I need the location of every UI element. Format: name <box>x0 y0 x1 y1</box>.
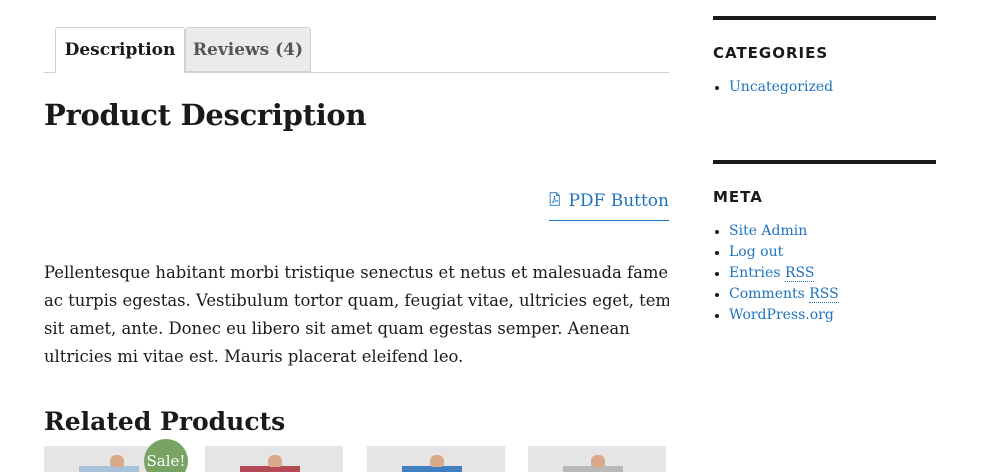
list-item: Entries RSS <box>713 263 936 284</box>
product-description-text: Pellentesque habitant morbi tristique se… <box>44 259 669 375</box>
product-tabs: Description Reviews (4) <box>44 27 669 73</box>
list-item: Site Admin <box>713 221 936 242</box>
related-products-list: Sale! <box>44 439 669 472</box>
product-description-heading: Product Description <box>44 98 367 132</box>
entries-rss-link[interactable]: Entries RSS <box>729 265 815 282</box>
categories-title: Categories <box>713 44 829 62</box>
product-thumbnail[interactable] <box>367 446 505 472</box>
poster-image <box>79 466 139 472</box>
hand-image <box>268 455 282 467</box>
categories-list: Uncategorized <box>713 77 936 98</box>
list-item: Log out <box>713 242 936 263</box>
product-thumbnail[interactable] <box>528 446 666 472</box>
description-line: ultricies mi vitae est. Mauris placerat … <box>44 347 464 366</box>
site-admin-link[interactable]: Site Admin <box>729 223 807 239</box>
categories-widget: Categories Uncategorized <box>713 16 936 136</box>
category-link-uncategorized[interactable]: Uncategorized <box>729 79 833 95</box>
comments-rss-link[interactable]: Comments RSS <box>729 286 839 303</box>
product-thumbnail[interactable] <box>205 446 343 472</box>
description-line: ac turpis egestas. Vestibulum tortor qua… <box>44 291 669 310</box>
meta-widget: Meta Site Admin Log out Entries RSS Comm… <box>713 160 936 340</box>
wordpress-org-link[interactable]: WordPress.org <box>729 307 834 323</box>
tab-description[interactable]: Description <box>55 27 185 73</box>
list-item: WordPress.org <box>713 305 936 326</box>
log-out-link[interactable]: Log out <box>729 244 783 260</box>
hand-image <box>430 455 444 467</box>
related-products-heading: Related Products <box>44 407 286 436</box>
list-item: Uncategorized <box>713 77 936 98</box>
rss-abbr: RSS <box>809 286 839 303</box>
hand-image <box>110 455 124 467</box>
pdf-button[interactable]: PDF Button <box>549 187 669 221</box>
meta-title: Meta <box>713 188 763 206</box>
tab-reviews[interactable]: Reviews (4) <box>185 27 311 72</box>
list-item: Comments RSS <box>713 284 936 305</box>
comments-label: Comments <box>729 286 810 302</box>
pdf-icon <box>549 192 560 206</box>
sale-badge: Sale! <box>144 439 188 472</box>
description-line: Pellentesque habitant morbi tristique se… <box>44 263 669 282</box>
meta-list: Site Admin Log out Entries RSS Comments … <box>713 221 936 326</box>
rss-abbr: RSS <box>784 265 815 282</box>
hand-image <box>591 455 605 467</box>
description-line: sit amet, ante. Donec eu libero sit amet… <box>44 319 630 338</box>
entries-label: Entries <box>729 265 785 281</box>
pdf-button-label: PDF Button <box>568 191 669 211</box>
